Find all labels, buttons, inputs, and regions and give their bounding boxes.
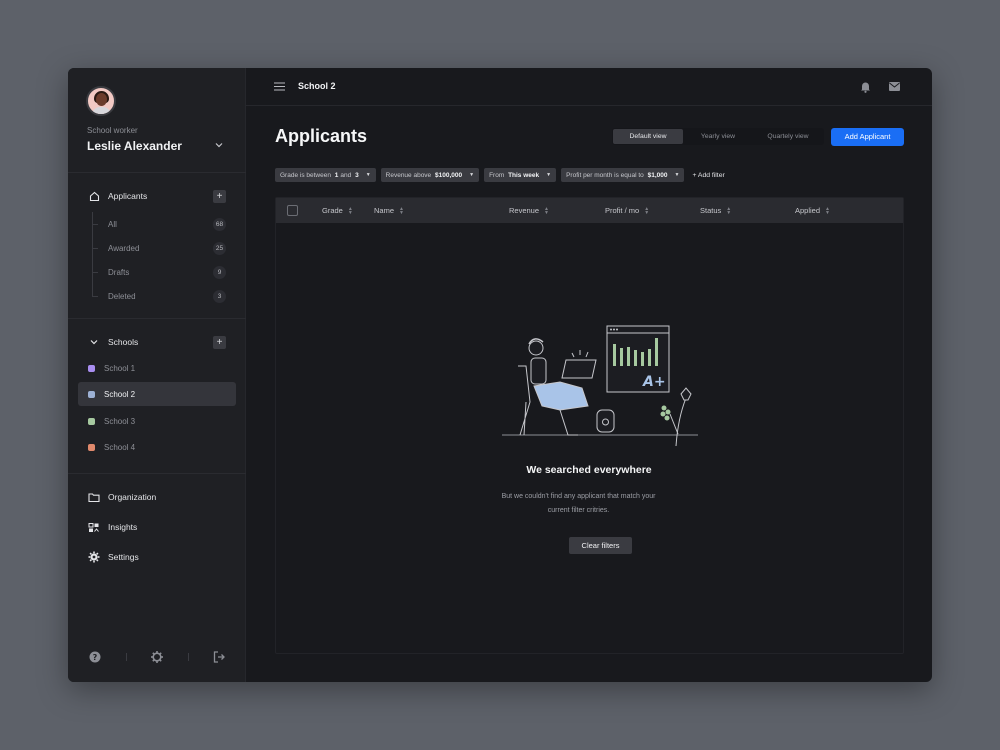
empty-state-message: But we couldn't find any applicant that … <box>501 493 656 514</box>
column-header-name[interactable]: Name ▲ ▼ <box>374 206 404 215</box>
column-header-profit[interactable]: Profit / mo ▲ ▼ <box>605 206 649 215</box>
chevron-down-icon <box>88 336 100 348</box>
chevron-down-icon[interactable] <box>214 140 224 150</box>
sort-icon: ▲ ▼ <box>544 205 549 216</box>
count-badge: 3 <box>213 289 226 303</box>
column-header-revenue[interactable]: Revenue ▲ ▼ <box>509 206 549 215</box>
home-icon <box>88 190 100 202</box>
add-applicant-button[interactable]: Add Applicant <box>831 128 904 146</box>
sidebar-item-label: Insights <box>108 522 138 532</box>
filter-chip-revenue[interactable]: Revenue above $100,000 ▼ <box>380 168 480 182</box>
sidebar-item-schools[interactable]: Schools + <box>78 330 236 354</box>
tab-quarterly-view[interactable]: Quartely view <box>753 129 823 144</box>
column-header-status[interactable]: Status ▲ ▼ <box>700 206 731 215</box>
color-dot <box>88 364 95 372</box>
folder-icon <box>88 491 100 503</box>
sort-icon: ▲ ▼ <box>825 205 830 216</box>
sidebar-item-school-1[interactable]: School 1 <box>78 356 236 380</box>
count-badge: 25 <box>213 241 226 255</box>
filter-chip-profit[interactable]: Profit per month is equal to $1,000 ▼ <box>561 168 685 182</box>
sidebar-item-insights[interactable]: Insights <box>78 515 236 539</box>
sort-icon: ▲ ▼ <box>726 205 732 216</box>
empty-state-illustration: A+ <box>502 325 698 446</box>
select-all-checkbox[interactable] <box>287 205 298 216</box>
sidebar-item-school-3[interactable]: School 3 <box>78 409 236 433</box>
sidebar-item-label: Applicants <box>108 191 148 201</box>
mail-icon[interactable] <box>889 82 900 91</box>
sidebar-item-school-2[interactable]: School 2 <box>78 382 236 406</box>
count-badge: 68 <box>213 217 226 231</box>
logout-icon[interactable] <box>212 650 226 664</box>
filter-bar: Grade is between 1 and 3 ▼ Revenue above $… <box>275 168 725 182</box>
count-badge: 9 <box>213 265 226 279</box>
sidebar-item-organization[interactable]: Organization <box>78 485 236 509</box>
sidebar-subitem-awarded[interactable]: Awarded 25 <box>108 240 226 256</box>
insights-icon <box>88 521 100 533</box>
sidebar-subitem-all[interactable]: All 68 <box>108 216 226 232</box>
sidebar-item-settings[interactable]: Settings <box>78 545 236 569</box>
breadcrumb: School 2 <box>298 81 336 91</box>
svg-text:A+: A+ <box>642 374 666 390</box>
tab-default-view[interactable]: Default view <box>613 129 683 144</box>
settings-icon[interactable] <box>150 650 164 664</box>
sidebar-item-applicants[interactable]: Applicants + <box>78 184 236 208</box>
caret-down-icon: ▼ <box>674 172 680 178</box>
avatar[interactable] <box>86 86 116 116</box>
sort-icon: ▲ ▼ <box>644 205 650 216</box>
divider <box>68 473 246 474</box>
add-applicant-icon[interactable]: + <box>213 189 226 203</box>
menu-icon[interactable] <box>274 82 285 91</box>
add-school-icon[interactable]: + <box>213 335 226 349</box>
caret-down-icon: ▼ <box>546 172 552 178</box>
gear-icon <box>88 551 100 563</box>
topbar: School 2 <box>246 68 932 106</box>
sidebar: School worker Leslie Alexander Applicant… <box>68 68 246 682</box>
sidebar-item-label: Settings <box>108 552 139 562</box>
color-dot <box>88 443 95 451</box>
sidebar-item-school-4[interactable]: School 4 <box>78 435 236 459</box>
help-icon[interactable]: ? <box>88 650 102 664</box>
user-role: School worker <box>87 126 138 135</box>
divider <box>68 318 246 319</box>
sidebar-item-label: Schools <box>108 337 139 347</box>
sort-icon: ▲ ▼ <box>347 205 353 216</box>
sidebar-subitem-drafts[interactable]: Drafts 9 <box>108 264 226 280</box>
clear-filters-button[interactable]: Clear filters <box>569 537 632 554</box>
table-header: Grade ▲ ▼ Name ▲ ▼ Revenue ▲ ▼ Profit / mo ▲ ▼ S… <box>276 198 903 223</box>
caret-down-icon: ▼ <box>365 172 371 178</box>
sidebar-subitem-deleted[interactable]: Deleted 3 <box>108 288 226 304</box>
svg-text:?: ? <box>93 653 98 662</box>
column-header-grade[interactable]: Grade ▲ ▼ <box>322 206 353 215</box>
app-window: School worker Leslie Alexander Applicant… <box>68 68 932 682</box>
color-dot <box>88 417 95 425</box>
page-title: Applicants <box>275 126 368 146</box>
view-switcher: Default view Yearly view Quartely view <box>612 128 824 145</box>
sidebar-footer: ? <box>68 650 246 664</box>
column-header-applied[interactable]: Applied ▲ ▼ <box>795 206 830 215</box>
main-content: School 2 Applicants Default view Yearly … <box>246 68 932 682</box>
add-filter-button[interactable]: + Add filter <box>692 172 724 179</box>
caret-down-icon: ▼ <box>469 172 475 178</box>
tab-yearly-view[interactable]: Yearly view <box>683 129 753 144</box>
filter-chip-date[interactable]: From This week ▼ <box>484 168 557 182</box>
filter-chip-grade[interactable]: Grade is between 1 and 3 ▼ <box>275 168 376 182</box>
bell-icon[interactable] <box>860 81 871 93</box>
empty-state-title: We searched everywhere <box>526 464 652 476</box>
user-name[interactable]: Leslie Alexander <box>87 139 182 153</box>
divider <box>68 172 246 173</box>
sort-icon: ▲ ▼ <box>399 205 404 216</box>
color-dot <box>88 390 95 398</box>
sidebar-item-label: Organization <box>108 492 157 502</box>
